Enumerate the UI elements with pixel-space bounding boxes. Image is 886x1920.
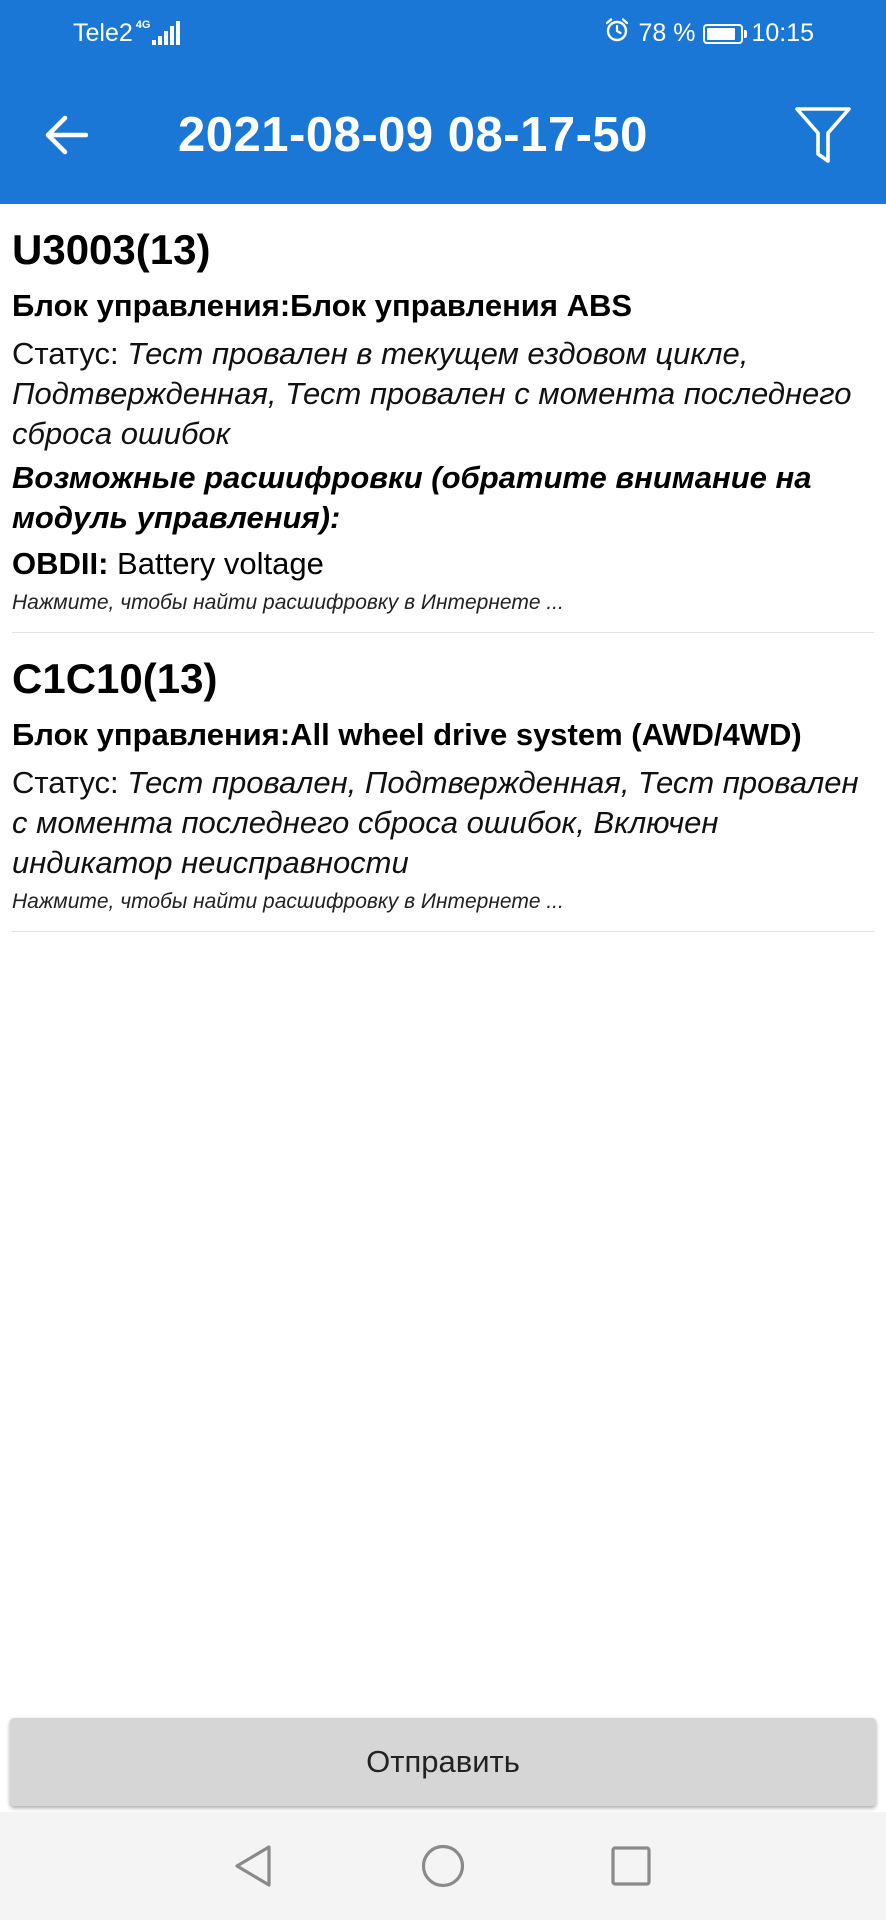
nav-recents-button[interactable]	[571, 1812, 691, 1920]
carrier-info: Tele2 4G	[73, 19, 181, 48]
carrier-name: Tele2	[73, 19, 133, 47]
filter-button[interactable]	[788, 100, 858, 170]
obd-value: Battery voltage	[108, 546, 324, 581]
system-nav-bar	[0, 1812, 886, 1920]
obd-label: OBDII:	[12, 546, 109, 581]
search-online-hint[interactable]: Нажмите, чтобы найти расшифровку в Интер…	[12, 887, 874, 917]
clock: 10:15	[751, 19, 814, 47]
status-bar: Tele2 4G 78 % 10:15	[0, 0, 886, 66]
nav-home-button[interactable]	[383, 1812, 503, 1920]
page-title: 2021-08-09 08-17-50	[178, 108, 648, 162]
error-module: Блок управления:All wheel drive system (…	[12, 717, 802, 752]
obd-decoding: OBDII: Battery voltage	[12, 544, 874, 584]
alarm-icon	[604, 17, 630, 50]
filter-icon	[795, 107, 851, 163]
error-code: C1C10(13)	[12, 655, 218, 702]
status-value: Тест провален, Подтвержденная, Тест пров…	[12, 765, 859, 880]
back-button[interactable]	[30, 104, 102, 166]
status-label: Статус:	[12, 765, 128, 800]
network-type: 4G	[135, 19, 151, 31]
signal-icon	[152, 21, 181, 45]
app-bar: Tele2 4G 78 % 10:15 2021-08-09 08-17-50	[0, 0, 886, 204]
send-button[interactable]: Отправить	[10, 1718, 876, 1806]
error-module: Блок управления:Блок управления ABS	[12, 288, 633, 323]
nav-home-icon	[421, 1844, 465, 1888]
battery-icon	[703, 23, 748, 44]
decodings-header: Возможные расшифровки (обратите внимание…	[12, 460, 812, 535]
error-code: U3003(13)	[12, 226, 211, 273]
status-value: Тест провален в текущем ездовом цикле, П…	[12, 336, 852, 451]
nav-back-icon	[235, 1845, 271, 1887]
error-status: Статус: Тест провален в текущем ездовом …	[12, 334, 874, 454]
search-online-hint[interactable]: Нажмите, чтобы найти расшифровку в Интер…	[12, 588, 874, 618]
error-item[interactable]: U3003(13) Блок управления:Блок управлени…	[12, 204, 874, 633]
arrow-left-icon	[45, 115, 88, 155]
nav-recents-icon	[611, 1846, 651, 1886]
status-label: Статус:	[12, 336, 128, 371]
battery-percent: 78 %	[638, 19, 696, 47]
error-status: Статус: Тест провален, Подтвержденная, Т…	[12, 763, 874, 883]
toolbar: 2021-08-09 08-17-50	[0, 66, 886, 204]
error-list: U3003(13) Блок управления:Блок управлени…	[12, 204, 874, 932]
nav-back-button[interactable]	[193, 1812, 313, 1920]
status-right: 78 % 10:15	[604, 17, 814, 50]
error-item[interactable]: C1C10(13) Блок управления:All wheel driv…	[12, 633, 874, 932]
